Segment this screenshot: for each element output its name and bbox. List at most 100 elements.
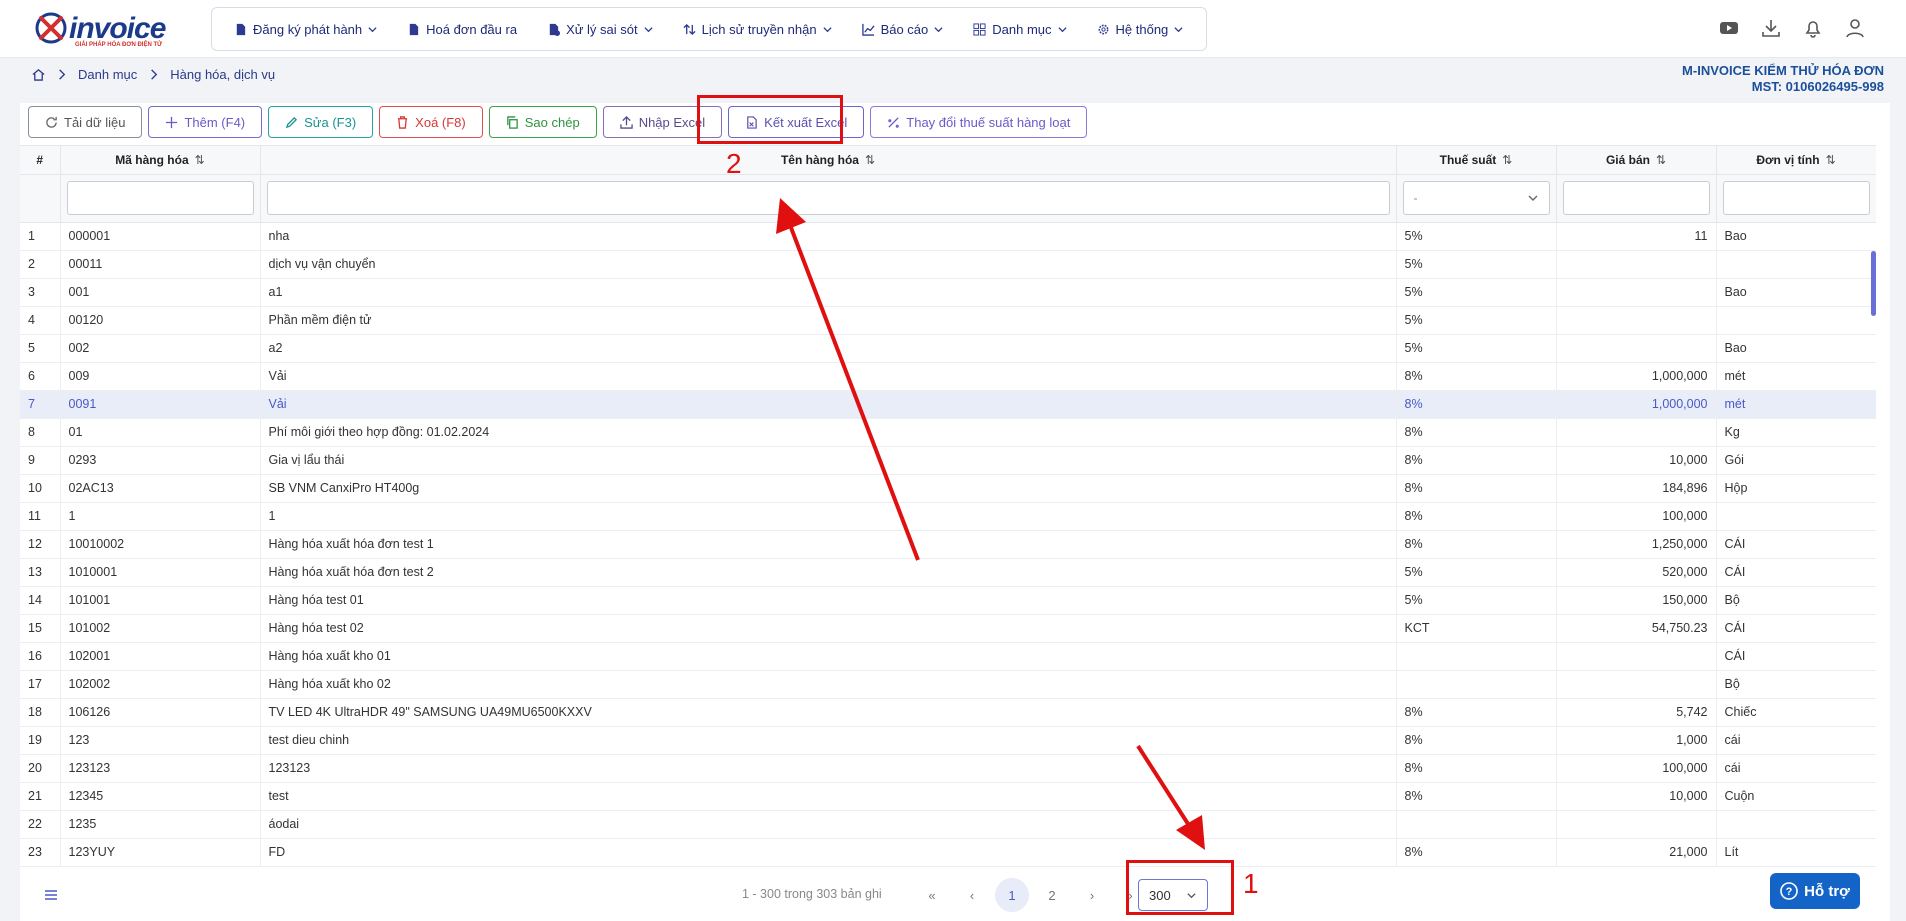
col-unit[interactable]: Đơn vị tính ⇅ [1716, 146, 1876, 175]
first-page-button[interactable]: « [915, 878, 949, 912]
support-button[interactable]: ? Hỗ trợ [1770, 873, 1860, 909]
transfer-icon [683, 23, 696, 35]
menu-he-thong[interactable]: Hệ thống [1097, 22, 1184, 37]
table-row[interactable]: 20 123123 123123 8% 100,000 cái [20, 754, 1876, 783]
menu-dang-ky-phat-hanh[interactable]: Đăng ký phát hành [234, 22, 377, 37]
breadcrumb-danh-muc[interactable]: Danh mục [78, 67, 137, 82]
menu-bao-cao[interactable]: Báo cáo [861, 22, 944, 37]
table-row[interactable]: 18 106126 TV LED 4K UltraHDR 49" SAMSUNG U… [20, 698, 1876, 727]
download-icon[interactable] [1760, 17, 1782, 39]
col-price[interactable]: Giá bán ⇅ [1556, 146, 1717, 175]
table-row[interactable]: 6 009 Vải 8% 1,000,000 mét [20, 362, 1876, 391]
col-code[interactable]: Mã hàng hóa ⇅ [60, 146, 261, 175]
filter-unit-input[interactable] [1722, 181, 1870, 215]
bulk-tax-change-button[interactable]: Thay đổi thuế suất hàng loạt [870, 106, 1088, 138]
cell-tax: 8% [1396, 530, 1557, 559]
table-row[interactable]: 1 000001 nha 5% 11 Bao [20, 222, 1876, 251]
table-row[interactable]: 11 1 1 8% 100,000 [20, 502, 1876, 531]
cell-tax: 8% [1396, 446, 1557, 475]
table-row[interactable]: 21 12345 test 8% 10,000 Cuộn [20, 782, 1876, 811]
filter-price-input[interactable] [1562, 181, 1710, 215]
menu-danh-muc[interactable]: Danh mục [973, 22, 1067, 37]
bell-icon[interactable] [1802, 17, 1824, 39]
table-row[interactable]: 10 02AC13 SB VNM CanxiPro HT400g 8% 184,896 H… [20, 474, 1876, 503]
col-index: # [20, 146, 61, 175]
table-row[interactable]: 23 123YUY FD 8% 21,000 Lít [20, 838, 1876, 867]
sort-icon[interactable]: ⇅ [1656, 153, 1666, 167]
sort-icon[interactable]: ⇅ [195, 153, 205, 167]
menu-lich-su-truyen-nhan[interactable]: Lịch sử truyền nhận [683, 22, 832, 37]
list-icon[interactable] [44, 888, 58, 902]
table-row[interactable]: 13 1010001 Hàng hóa xuất hóa đơn test 2 5% 5… [20, 558, 1876, 587]
edit-button[interactable]: Sửa (F3) [268, 106, 374, 138]
page-1-button[interactable]: 1 [995, 878, 1029, 912]
sort-icon[interactable]: ⇅ [1502, 153, 1512, 167]
main-panel: Tải dữ liệu Thêm (F4) Sửa (F3) Xoá (F8) … [20, 103, 1890, 921]
table-row[interactable]: 19 123 test dieu chinh 8% 1,000 cái [20, 726, 1876, 755]
table-row[interactable]: 15 101002 Hàng hóa test 02 KCT 54,750.23 CÁI [20, 614, 1876, 643]
cell-code: 123 [60, 726, 261, 755]
table-row[interactable]: 14 101001 Hàng hóa test 01 5% 150,000 Bộ [20, 586, 1876, 615]
cell-unit: Gói [1716, 446, 1876, 475]
cell-price: 1,000,000 [1556, 390, 1717, 419]
cell-index: 1 [20, 222, 61, 251]
cell-price: 1,000,000 [1556, 362, 1717, 391]
cell-price [1556, 642, 1717, 671]
pencil-icon [285, 116, 298, 128]
table-row[interactable]: 3 001 a1 5% Bao [20, 278, 1876, 307]
cell-name: test [260, 782, 1397, 811]
menu-xu-ly-sai-sot[interactable]: Xử lý sai sót [547, 22, 653, 37]
chevron-right-icon [151, 69, 158, 80]
page-2-button[interactable]: 2 [1035, 878, 1069, 912]
table-row[interactable]: 7 0091 Vải 8% 1,000,000 mét [20, 390, 1876, 419]
table-row[interactable]: 2 00011 dịch vụ vận chuyển 5% [20, 250, 1876, 279]
col-tax[interactable]: Thuế suất ⇅ [1396, 146, 1557, 175]
file-icon [409, 23, 419, 35]
table-row[interactable]: 12 10010002 Hàng hóa xuất hóa đơn test 1 8%… [20, 530, 1876, 559]
table-scrollbar[interactable] [1871, 251, 1876, 316]
menu-hoa-don-dau-ra[interactable]: Hoá đơn đầu ra [407, 22, 517, 37]
cell-price [1556, 306, 1717, 335]
filter-code-input[interactable] [66, 181, 254, 215]
cell-code: 02AC13 [60, 474, 261, 503]
cell-unit [1716, 502, 1876, 531]
add-button[interactable]: Thêm (F4) [148, 106, 263, 138]
filter-name-input[interactable] [266, 181, 1390, 215]
goods-table: # Mã hàng hóa ⇅ Tên hàng hóa ⇅ Thuế suất ⇅ … [20, 145, 1876, 868]
cell-index: 16 [20, 642, 61, 671]
col-name[interactable]: Tên hàng hóa ⇅ [260, 146, 1397, 175]
next-page-button[interactable]: › [1075, 878, 1109, 912]
home-icon[interactable] [32, 68, 45, 81]
cell-unit: Hộp [1716, 474, 1876, 503]
cell-price: 150,000 [1556, 586, 1717, 615]
user-icon[interactable] [1844, 17, 1866, 39]
cell-code: 002 [60, 334, 261, 363]
youtube-icon[interactable] [1718, 17, 1740, 39]
cell-price: 10,000 [1556, 782, 1717, 811]
plus-icon [166, 116, 178, 128]
table-row[interactable]: 4 00120 Phần mềm điện tử 5% [20, 306, 1876, 335]
table-row[interactable]: 16 102001 Hàng hóa xuất kho 01 CÁI [20, 642, 1876, 671]
cell-unit [1716, 250, 1876, 279]
logo[interactable]: invoice GIẢI PHÁP HÓA ĐƠN ĐIỆN TỬ [33, 10, 173, 50]
filter-tax-select[interactable]: - [1402, 181, 1550, 215]
chevron-down-icon [368, 26, 377, 32]
cell-index: 10 [20, 474, 61, 503]
table-row[interactable]: 22 1235 áodai [20, 810, 1876, 839]
delete-button[interactable]: Xoá (F8) [379, 106, 483, 138]
menu-label: Hệ thống [1115, 21, 1169, 37]
sort-icon[interactable]: ⇅ [1826, 153, 1836, 167]
copy-button[interactable]: Sao chép [488, 106, 597, 138]
table-row[interactable]: 9 0293 Gia vị lẩu thái 8% 10,000 Gói [20, 446, 1876, 475]
cell-name: TV LED 4K UltraHDR 49" SAMSUNG UA49MU650… [260, 698, 1397, 727]
table-row[interactable]: 8 01 Phí môi giới theo hợp đồng: 01.02.202… [20, 418, 1876, 447]
prev-page-button[interactable]: ‹ [955, 878, 989, 912]
reload-button[interactable]: Tải dữ liệu [28, 106, 143, 138]
chevron-down-icon [822, 26, 832, 32]
cell-price: 100,000 [1556, 502, 1717, 531]
cell-unit [1716, 306, 1876, 335]
table-row[interactable]: 5 002 a2 5% Bao [20, 334, 1876, 363]
table-row[interactable]: 17 102002 Hàng hóa xuất kho 02 Bộ [20, 670, 1876, 699]
menu-label: Đăng ký phát hành [253, 21, 363, 37]
sort-icon[interactable]: ⇅ [865, 153, 875, 167]
